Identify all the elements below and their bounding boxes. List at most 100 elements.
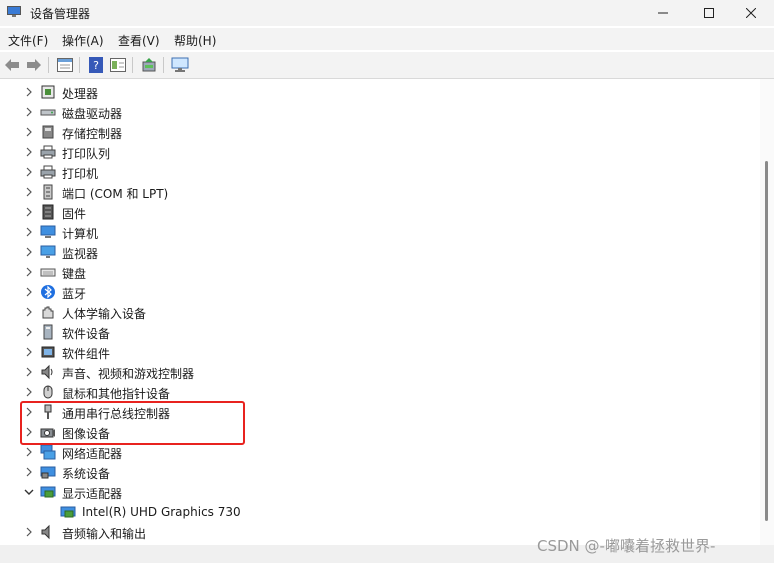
help-button[interactable]: ? [87, 56, 105, 74]
tree-node-label: 图像设备 [62, 427, 111, 441]
tree-node[interactable]: 端口 (COM 和 LPT) [0, 182, 740, 202]
help-icon: ? [89, 57, 103, 73]
chevron-right-icon[interactable] [22, 185, 36, 199]
vertical-scrollbar-thumb[interactable] [765, 161, 768, 521]
printer-icon [40, 144, 56, 160]
back-button[interactable] [3, 56, 21, 74]
tree-node-label: 鼠标和其他指针设备 [62, 387, 171, 401]
port-icon [40, 184, 56, 200]
bluetooth-icon [40, 284, 56, 300]
tree-node-label: 网络适配器 [62, 447, 123, 461]
chevron-right-icon[interactable] [22, 165, 36, 179]
chevron-right-icon[interactable] [22, 345, 36, 359]
camera-icon [40, 428, 55, 438]
vertical-scrollbar[interactable] [760, 79, 774, 545]
tree-node[interactable]: 处理器 [0, 82, 740, 102]
tree-node[interactable]: 计算机 [0, 222, 740, 242]
tree-node[interactable]: 显示适配器 [0, 482, 740, 502]
tree-node[interactable]: 存储控制器 [0, 122, 740, 142]
chevron-right-icon[interactable] [22, 465, 36, 479]
menu-file[interactable]: 文件(F) [8, 32, 48, 49]
tree-node-label: 磁盘驱动器 [62, 107, 123, 121]
toolbar-separator [163, 57, 164, 73]
properties-button[interactable] [56, 56, 74, 74]
computer-icon [40, 225, 56, 238]
tree-node-label: 键盘 [62, 267, 87, 281]
tree-node[interactable]: 通用串行总线控制器 [0, 402, 740, 422]
processor-icon [40, 84, 56, 100]
chevron-right-icon[interactable] [22, 145, 36, 159]
svg-text:?: ? [93, 59, 99, 72]
tree-child-node[interactable]: Intel(R) UHD Graphics 730 [0, 502, 740, 522]
chevron-right-icon[interactable] [22, 445, 36, 459]
software-device-icon [43, 324, 53, 340]
device-tree: 处理器磁盘驱动器 存储控制器 打印队列打印机 端口 (COM 和 LPT) 固件 计算机监… [0, 79, 760, 545]
tree-node-label: 固件 [62, 207, 87, 221]
tree-node[interactable]: 打印机 [0, 162, 740, 182]
audio-io-icon [41, 524, 50, 540]
tree-node[interactable]: 软件组件 [0, 342, 740, 362]
scan-hardware-button[interactable] [171, 56, 189, 74]
software-component-icon [41, 346, 55, 358]
firmware-icon [40, 204, 56, 220]
device-manager-icon [7, 6, 21, 17]
tree-node[interactable]: 蓝牙 [0, 282, 740, 302]
menu-action[interactable]: 操作(A) [62, 32, 104, 49]
chevron-right-icon[interactable] [22, 225, 36, 239]
chevron-right-icon[interactable] [22, 245, 36, 259]
tree-node[interactable]: 鼠标和其他指针设备 [0, 382, 740, 402]
display-adapter-icon [60, 506, 76, 518]
tree-node[interactable]: 图像设备 [0, 422, 740, 442]
menu-view[interactable]: 查看(V) [118, 32, 160, 49]
tree-node-label: 软件设备 [62, 327, 111, 341]
close-icon [746, 8, 756, 18]
chevron-right-icon[interactable] [22, 385, 36, 399]
bluetooth-icon [41, 285, 55, 299]
tree-node-label: 显示适配器 [62, 487, 123, 501]
tree-node[interactable]: 系统设备 [0, 462, 740, 482]
mouse-icon [40, 384, 56, 400]
hid-icon [40, 304, 56, 320]
chevron-right-icon[interactable] [22, 405, 36, 419]
tree-node-label: 监视器 [62, 247, 99, 261]
chevron-right-icon[interactable] [22, 205, 36, 219]
minimize-icon [658, 12, 668, 14]
monitor-icon [40, 245, 56, 258]
tree-node[interactable]: 固件 [0, 202, 740, 222]
tree-node[interactable]: 打印队列 [0, 142, 740, 162]
disk-drive-icon [40, 104, 56, 120]
forward-button[interactable] [25, 56, 43, 74]
view-button[interactable] [109, 56, 127, 74]
tree-node[interactable]: 人体学输入设备 [0, 302, 740, 322]
display-adapter-icon [60, 504, 76, 520]
chevron-right-icon[interactable] [22, 85, 36, 99]
menu-help[interactable]: 帮助(H) [174, 32, 216, 49]
tree-node[interactable]: 软件设备 [0, 322, 740, 342]
chevron-right-icon[interactable] [22, 365, 36, 379]
minimize-button[interactable] [640, 0, 686, 26]
speaker-icon [40, 364, 56, 380]
chevron-right-icon[interactable] [22, 125, 36, 139]
chevron-right-icon[interactable] [22, 265, 36, 279]
close-button[interactable] [728, 0, 774, 26]
firmware-icon [42, 204, 54, 220]
chevron-down-icon[interactable] [22, 485, 36, 499]
tree-node[interactable]: 网络适配器 [0, 442, 740, 462]
tree-node[interactable]: 磁盘驱动器 [0, 102, 740, 122]
chevron-right-icon[interactable] [22, 305, 36, 319]
chevron-right-icon[interactable] [22, 425, 36, 439]
watermark: CSDN @-嘟囔着拯救世界- [537, 537, 716, 555]
chevron-right-icon[interactable] [22, 525, 36, 539]
system-device-icon [40, 466, 56, 479]
chevron-right-icon[interactable] [22, 285, 36, 299]
update-driver-button[interactable] [140, 56, 158, 74]
tree-node-label: 打印机 [62, 167, 99, 181]
chevron-right-icon[interactable] [22, 105, 36, 119]
tree-child-label: Intel(R) UHD Graphics 730 [82, 505, 241, 519]
tree-node[interactable]: 键盘 [0, 262, 740, 282]
tree-node-label: 系统设备 [62, 467, 111, 481]
chevron-right-icon[interactable] [22, 325, 36, 339]
tree-node[interactable]: 监视器 [0, 242, 740, 262]
tree-node[interactable]: 声音、视频和游戏控制器 [0, 362, 740, 382]
maximize-button[interactable] [686, 0, 732, 26]
